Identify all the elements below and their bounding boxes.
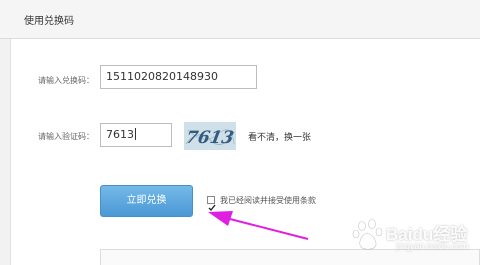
watermark-url: jingyan.baidu.com — [396, 241, 469, 251]
paw-logo-icon — [352, 219, 383, 250]
baidu-watermark: Baidu经验 jingyan.baidu.com — [352, 216, 477, 256]
